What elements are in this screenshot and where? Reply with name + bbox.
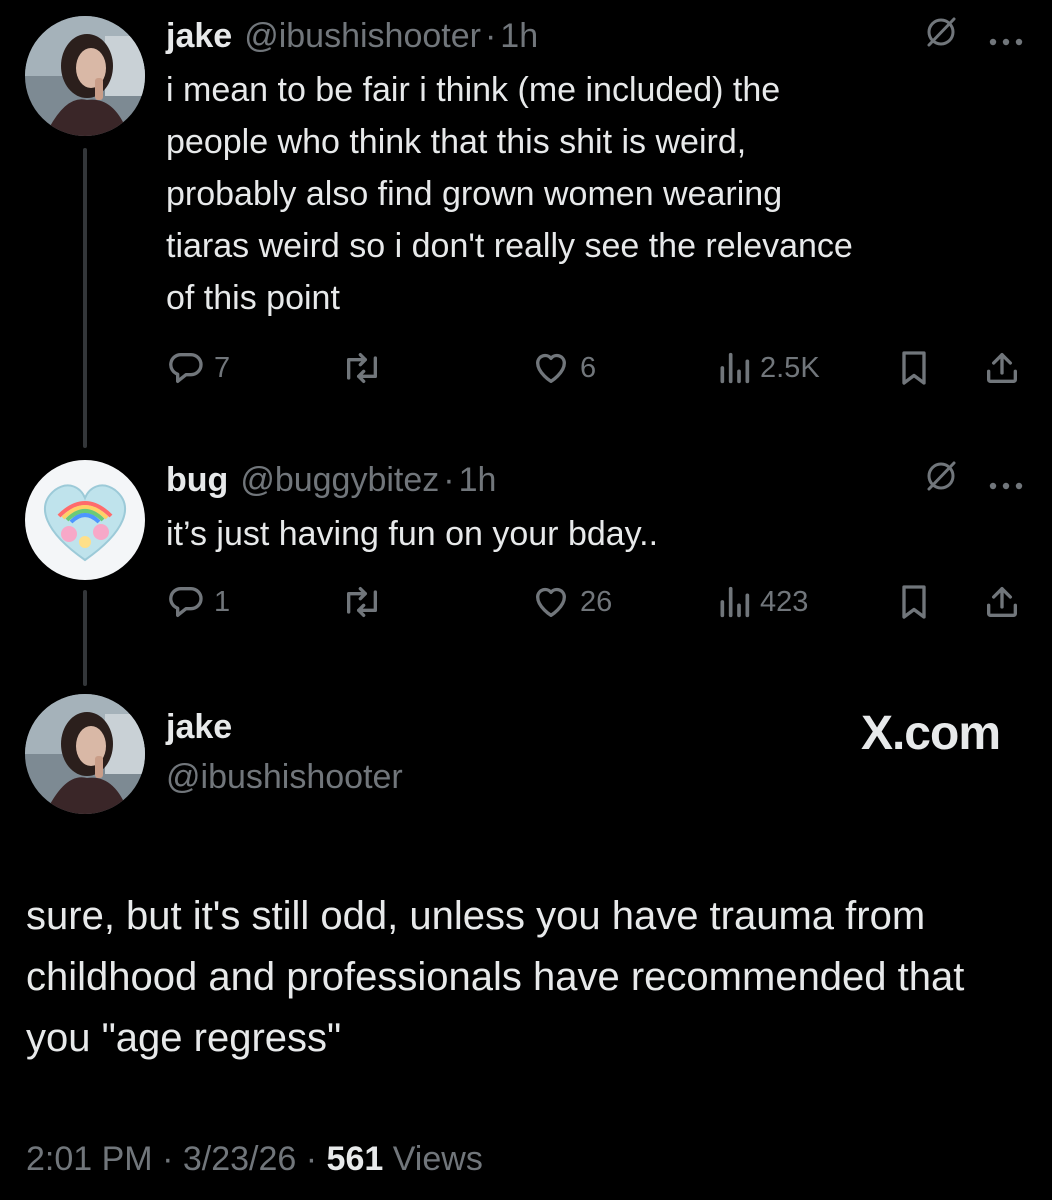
thread-view: jake @ibushishooter · 1h i mean to be fa… xyxy=(0,0,1052,1200)
grok-icon[interactable] xyxy=(924,459,958,502)
reply-tweet[interactable]: bug @buggybitez · 1h it’s just having fu… xyxy=(166,460,1024,560)
main-tweet-text: sure, but it's still odd, unless you hav… xyxy=(26,894,965,1060)
post-date[interactable]: 3/23/26 xyxy=(183,1140,296,1178)
share-button[interactable] xyxy=(982,346,1022,390)
like-icon xyxy=(536,353,566,383)
tweet-header: bug @buggybitez · 1h xyxy=(166,460,1024,500)
view-count: 423 xyxy=(760,585,809,618)
reply-count: 1 xyxy=(214,585,231,618)
timestamp[interactable]: 1h xyxy=(500,16,538,56)
separator: · xyxy=(443,461,455,499)
grok-icon[interactable] xyxy=(924,15,958,58)
separator: · xyxy=(484,17,497,55)
avatar[interactable] xyxy=(25,16,145,136)
tweet-meta: 2:01 PM · 3/23/26 · 561 Views xyxy=(26,1140,483,1179)
views-button[interactable]: 2.5K xyxy=(716,346,820,390)
retweet-icon xyxy=(346,587,377,617)
more-icon[interactable] xyxy=(988,460,1024,500)
bookmark-button[interactable] xyxy=(896,580,932,624)
share-icon xyxy=(987,353,1017,383)
like-button[interactable]: 6 xyxy=(530,346,596,390)
bookmark-icon xyxy=(902,585,926,619)
retweet-button[interactable] xyxy=(340,580,384,624)
reply-icon xyxy=(169,586,203,617)
views-icon xyxy=(720,352,750,384)
reply-button[interactable]: 1 xyxy=(166,580,230,624)
action-bar: 1 26 423 xyxy=(166,580,1024,624)
views-label: Views xyxy=(392,1140,483,1178)
reply-count: 7 xyxy=(214,351,231,384)
retweet-button[interactable] xyxy=(340,346,384,390)
separator: · xyxy=(305,1140,318,1178)
view-count: 2.5K xyxy=(760,351,820,384)
more-icon[interactable] xyxy=(988,16,1024,56)
x-brand-logo: X.com xyxy=(860,707,1001,760)
display-name[interactable]: jake xyxy=(166,16,232,56)
avatar[interactable] xyxy=(25,460,145,580)
avatar[interactable] xyxy=(25,694,145,814)
share-button[interactable] xyxy=(982,580,1022,624)
display-name[interactable]: jake xyxy=(166,708,232,747)
bookmark-icon xyxy=(902,351,926,385)
user-handle[interactable]: @ibushishooter xyxy=(166,758,403,797)
timestamp[interactable]: 1h xyxy=(459,460,497,500)
share-icon xyxy=(987,587,1017,617)
thread-line xyxy=(83,148,87,448)
like-count: 26 xyxy=(580,585,613,618)
post-time[interactable]: 2:01 PM xyxy=(26,1140,153,1178)
views-button[interactable]: 423 xyxy=(716,580,808,624)
views-icon xyxy=(720,586,750,618)
tweet-text: i mean to be fair i think (me included) … xyxy=(166,71,853,317)
user-handle[interactable]: @ibushishooter xyxy=(244,16,481,56)
bookmark-button[interactable] xyxy=(896,346,932,390)
reply-button[interactable]: 7 xyxy=(166,346,230,390)
tweet-text: it’s just having fun on your bday.. xyxy=(166,515,659,553)
reply-icon xyxy=(169,352,203,383)
retweet-icon xyxy=(346,353,377,383)
like-count: 6 xyxy=(580,351,597,384)
reply-tweet[interactable]: jake @ibushishooter · 1h i mean to be fa… xyxy=(166,16,1024,324)
tweet-header: jake @ibushishooter · 1h xyxy=(166,16,1024,56)
views-count[interactable]: 561 xyxy=(327,1140,384,1178)
thread-line xyxy=(83,590,87,686)
like-icon xyxy=(536,587,566,617)
display-name[interactable]: bug xyxy=(166,460,228,500)
like-button[interactable]: 26 xyxy=(530,580,612,624)
user-handle[interactable]: @buggybitez xyxy=(240,460,439,500)
action-bar: 7 6 2.5K xyxy=(166,346,1024,390)
separator: · xyxy=(162,1140,174,1178)
